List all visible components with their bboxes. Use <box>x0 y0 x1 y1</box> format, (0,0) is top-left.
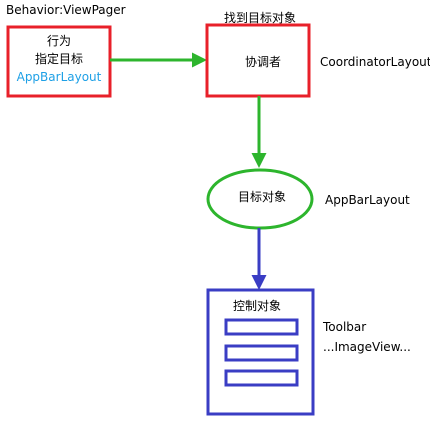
controlled-side-label-1: Toolbar <box>322 320 366 334</box>
target-side-label: AppBarLayout <box>325 193 410 207</box>
behavior-line-2: 指定目标 <box>35 51 83 66</box>
coordinator-side-label: CoordinatorLayout <box>320 55 430 69</box>
coordinator-title: 找到目标对象 <box>224 11 296 25</box>
behavior-title: Behavior:ViewPager <box>6 3 126 17</box>
controlled-inner-bar-3 <box>224 369 299 387</box>
behavior-line-1: 行为 <box>47 34 71 48</box>
controlled-side-label-2: ...ImageView... <box>323 340 411 354</box>
behavior-flow-diagram: Behavior:ViewPager 行为 指定目标 AppBarLayout … <box>6 3 430 416</box>
controlled-inner-bar-1 <box>224 318 299 336</box>
controlled-label: 控制对象 <box>233 299 281 313</box>
coordinator-label: 协调者 <box>245 54 281 69</box>
behavior-target-text: AppBarLayout <box>17 70 102 84</box>
target-label: 目标对象 <box>238 190 286 204</box>
controlled-inner-bar-2 <box>224 344 299 362</box>
